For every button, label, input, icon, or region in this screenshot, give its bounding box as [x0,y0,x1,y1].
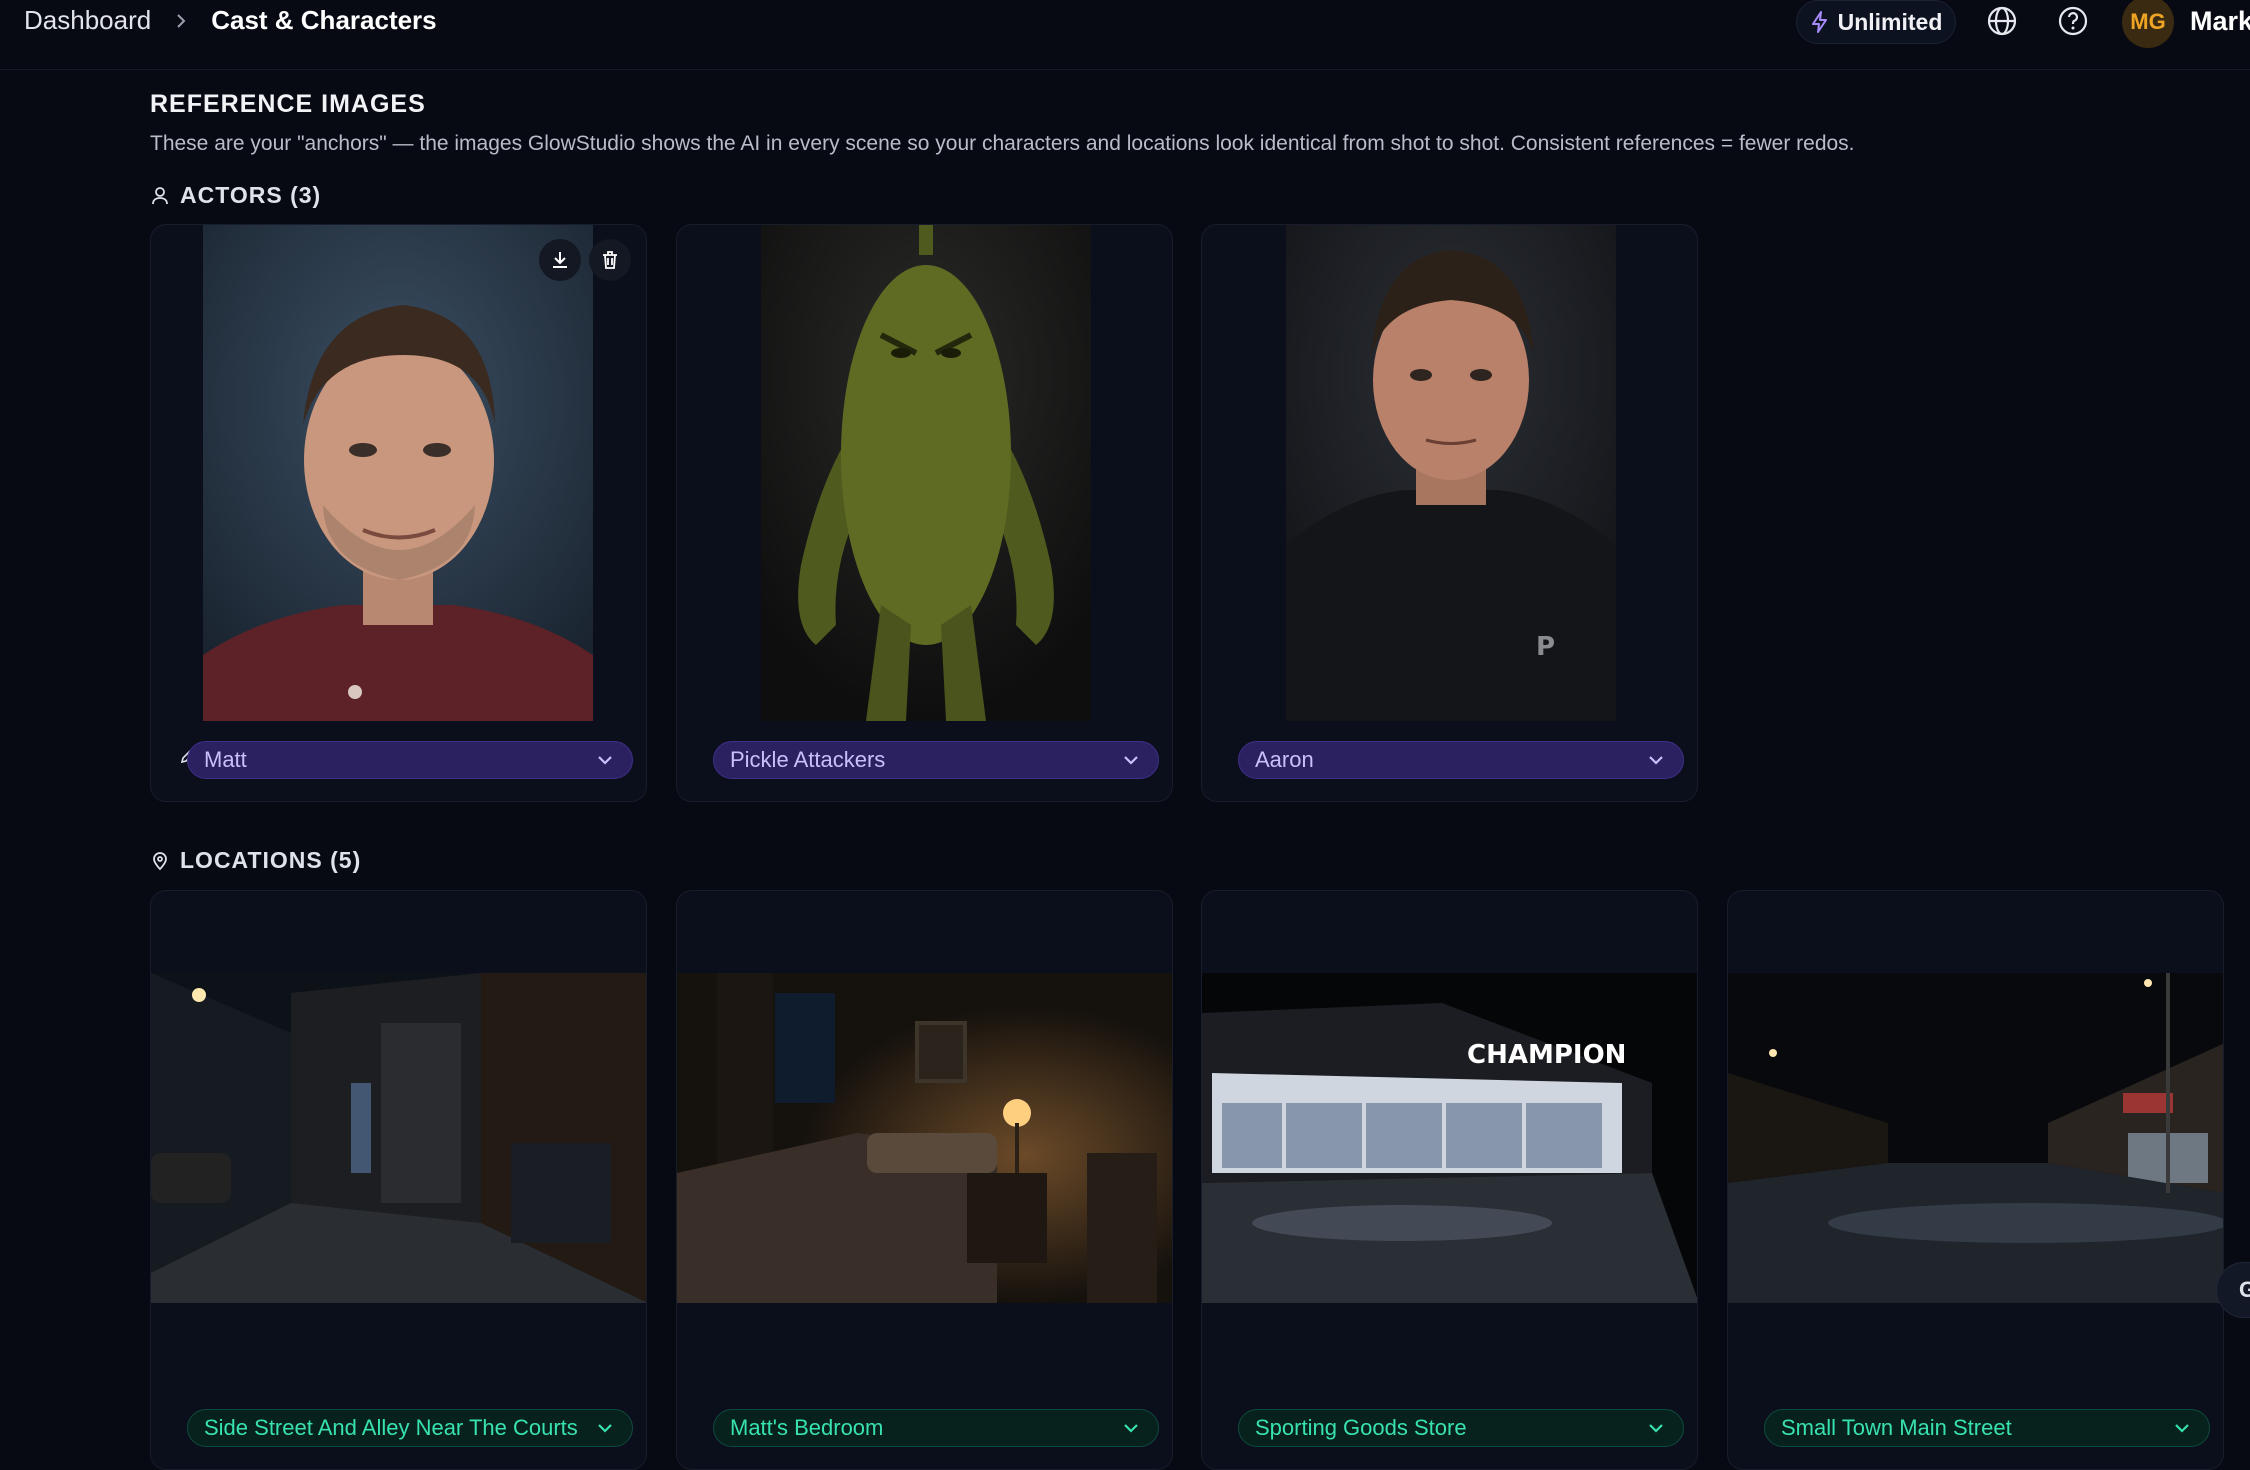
actor-card-aaron[interactable]: P Aaron [1201,224,1698,802]
actor-select[interactable]: Matt [187,741,633,779]
location-photo-small-town-main-street [1728,973,2223,1303]
location-card-matts-bedroom[interactable]: Matt's Bedroom [676,890,1173,1470]
chevron-down-icon [598,756,612,765]
download-icon [553,252,567,268]
breadcrumb-current: Cast & Characters [211,5,437,35]
location-select-label: Side Street And Alley Near The Courts [204,1415,578,1440]
actor-card-matt[interactable]: Matt [150,224,647,802]
location-select[interactable]: Matt's Bedroom [713,1409,1159,1447]
breadcrumb-dashboard[interactable]: Dashboard [24,5,151,36]
location-card-sporting-goods-store[interactable]: CHAMPION Sporting Goods Store [1201,890,1698,1470]
chevron-down-icon [598,1424,612,1433]
actor-select[interactable]: Pickle Attackers [713,741,1159,779]
chevron-down-icon [2175,1424,2189,1433]
svg-text:P: P [1536,632,1555,662]
page-description: These are your "anchors" — the images Gl… [150,132,1855,155]
lightning-icon [1811,11,1827,33]
location-select-label: Small Town Main Street [1781,1415,2012,1440]
user-name[interactable]: Mark [2190,6,2250,37]
location-select[interactable]: Sporting Goods Store [1238,1409,1684,1447]
location-card-side-street[interactable]: Side Street And Alley Near The Courts [150,890,647,1470]
actors-heading-label: ACTORS (3) [180,182,322,208]
person-icon [152,186,168,204]
location-photo-side-street [151,973,646,1303]
actor-photo-matt [203,225,593,721]
trash-icon [603,251,617,269]
actor-card-pickle-attackers[interactable]: Pickle Attackers [676,224,1173,802]
delete-button[interactable] [589,239,631,281]
plan-label: Unlimited [1837,8,1943,35]
location-select[interactable]: Small Town Main Street [1764,1409,2210,1447]
actor-select-label: Pickle Attackers [730,747,886,772]
location-select-label: Sporting Goods Store [1255,1415,1467,1440]
location-card-small-town-main-street[interactable]: Small Town Main Street [1727,890,2224,1470]
chevron-down-icon [1124,756,1138,765]
top-bar: Dashboard Cast & Characters Unlimited MG… [0,0,2250,70]
location-select[interactable]: Side Street And Alley Near The Courts [187,1409,633,1447]
store-sign: CHAMPION [1467,1040,1626,1070]
download-button[interactable] [539,239,581,281]
location-photo-sporting-goods-store: CHAMPION [1202,973,1697,1303]
map-pin-icon [153,851,167,870]
avatar[interactable]: MG [2122,0,2174,48]
locations-heading: LOCATIONS (5) [150,847,361,874]
actor-photo-pickle-attackers [761,225,1091,721]
help-icon[interactable] [2056,4,2090,38]
page-title: REFERENCE IMAGES [150,90,426,118]
chevron-down-icon [1649,756,1663,765]
actor-photo-aaron: P [1286,225,1616,721]
location-photo-matts-bedroom [677,973,1172,1303]
chevron-down-icon [1124,1424,1138,1433]
actor-select-label: Aaron [1255,747,1314,772]
chevron-down-icon [1649,1424,1663,1433]
actors-heading: ACTORS (3) [150,182,321,209]
plan-badge[interactable]: Unlimited [1796,0,1956,44]
globe-icon[interactable] [1985,4,2019,38]
chevron-right-icon [177,13,186,28]
breadcrumb: Dashboard Cast & Characters [24,5,437,36]
actor-select-label: Matt [204,747,247,772]
location-select-label: Matt's Bedroom [730,1415,884,1440]
locations-heading-label: LOCATIONS (5) [180,847,362,873]
actor-select[interactable]: Aaron [1238,741,1684,779]
